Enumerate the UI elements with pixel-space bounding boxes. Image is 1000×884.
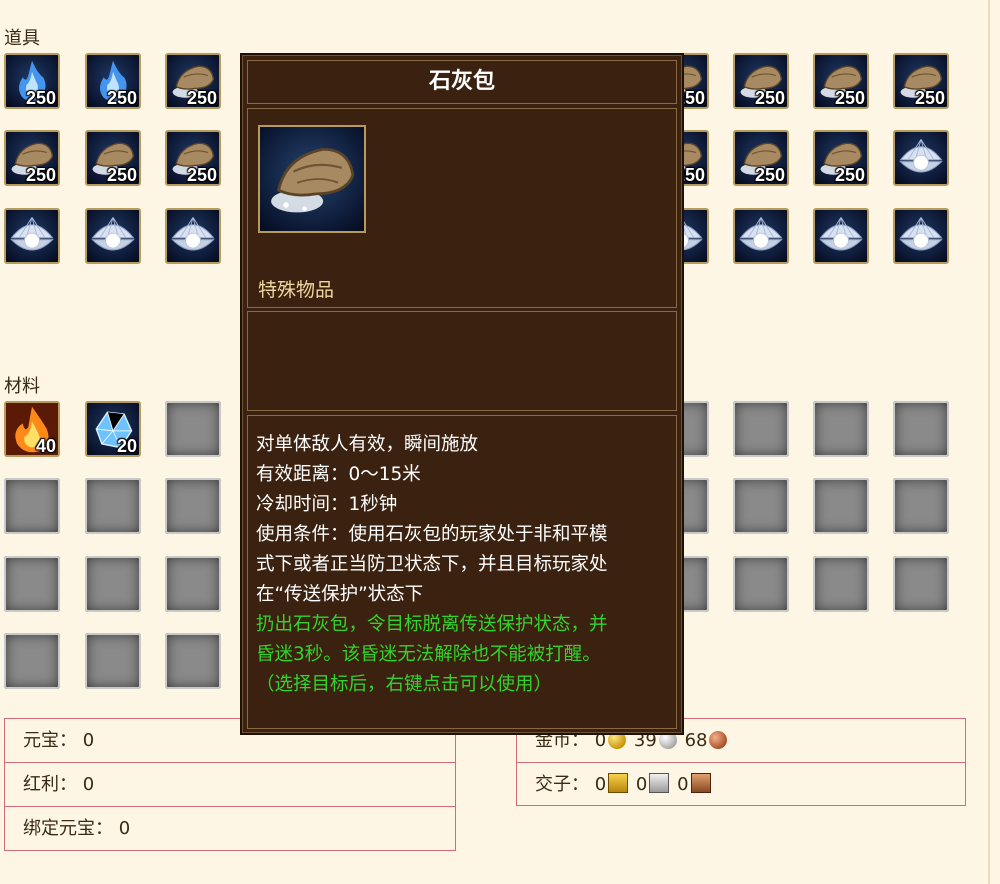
item-slot[interactable]: 250 xyxy=(733,130,789,186)
empty-slot[interactable] xyxy=(813,478,869,534)
desc-line: 对单体敌人有效，瞬间施放 xyxy=(256,434,479,455)
empty-slot[interactable] xyxy=(893,556,949,612)
empty-slot[interactable] xyxy=(733,401,789,457)
desc-line: 式下或者正当防卫状态下，并且目标玩家处 xyxy=(256,554,608,575)
item-slot[interactable] xyxy=(165,208,221,264)
empty-slot[interactable] xyxy=(165,633,221,689)
tooltip-title: 石灰包 xyxy=(247,60,677,104)
bound-yuanbao-row: 绑定元宝： 0 xyxy=(5,807,455,851)
jiaozi-label: 交子： xyxy=(535,774,589,795)
item-tooltip: 石灰包 特殊物品 对单体敌人有效，瞬间施放 有效距离：0～15米 冷却时间：1秒… xyxy=(240,53,684,735)
empty-slot[interactable] xyxy=(85,633,141,689)
item-slot[interactable]: 250 xyxy=(165,53,221,109)
empty-slot[interactable] xyxy=(85,478,141,534)
currency-panel-left: 元宝： 0 红利： 0 绑定元宝： 0 xyxy=(4,718,456,851)
stack-count: 250 xyxy=(25,165,56,185)
copper-coin-icon xyxy=(709,731,728,749)
jiaozi-silver-count: 0 xyxy=(635,774,648,795)
effect-line: 扔出石灰包，令目标脱离传送保护状态，并 xyxy=(256,614,608,635)
stack-count: 250 xyxy=(834,88,865,108)
empty-slot[interactable] xyxy=(893,478,949,534)
item-slot[interactable]: 250 xyxy=(85,53,141,109)
empty-slot[interactable] xyxy=(165,401,221,457)
empty-slot[interactable] xyxy=(4,556,60,612)
stack-count: 250 xyxy=(106,88,137,108)
lime-bag-icon xyxy=(258,125,366,233)
item-slot[interactable]: 250 xyxy=(813,53,869,109)
empty-slot[interactable] xyxy=(893,401,949,457)
item-slot[interactable]: 250 xyxy=(85,130,141,186)
item-slot[interactable] xyxy=(85,208,141,264)
empty-slot[interactable] xyxy=(4,633,60,689)
item-slot[interactable] xyxy=(4,208,60,264)
stack-count: 250 xyxy=(186,165,217,185)
effect-line: （选择目标后，右键点击可以使用） xyxy=(256,674,553,695)
item-slot[interactable] xyxy=(893,208,949,264)
effect-line: 昏迷3秒。该昏迷无法解除也不能被打醒。 xyxy=(256,644,601,665)
stack-count: 250 xyxy=(106,165,137,185)
desc-line: 冷却时间：1秒钟 xyxy=(256,494,398,515)
item-slot[interactable]: 250 xyxy=(4,130,60,186)
empty-slot[interactable] xyxy=(85,556,141,612)
tooltip-item-type: 特殊物品 xyxy=(258,279,335,301)
items-section-label: 道具 xyxy=(4,28,40,49)
hongli-row: 红利： 0 xyxy=(5,763,455,807)
desc-line: 有效距离：0～15米 xyxy=(256,464,421,485)
bound-yuanbao-value: 绑定元宝： 0 xyxy=(23,818,131,839)
item-slot[interactable] xyxy=(813,208,869,264)
gold-ingot-icon xyxy=(608,773,629,793)
item-slot[interactable]: 250 xyxy=(4,53,60,109)
stack-count: 250 xyxy=(834,165,865,185)
copper-count: 68 xyxy=(684,730,708,751)
materials-section-label: 材料 xyxy=(4,376,40,397)
stack-count: 250 xyxy=(914,88,945,108)
empty-slot[interactable] xyxy=(733,556,789,612)
copper-ingot-icon xyxy=(690,773,711,793)
item-slot[interactable]: 250 xyxy=(165,130,221,186)
tooltip-icon-box: 特殊物品 xyxy=(247,108,677,308)
window-edge xyxy=(988,0,990,884)
item-slot[interactable]: 250 xyxy=(733,53,789,109)
stack-count: 20 xyxy=(116,436,137,456)
empty-slot[interactable] xyxy=(813,556,869,612)
desc-line: 在“传送保护”状态下 xyxy=(256,584,424,605)
empty-slot[interactable] xyxy=(733,478,789,534)
silver-ingot-icon xyxy=(649,773,670,793)
jiaozi-gold-count: 0 xyxy=(594,774,607,795)
jiaozi-copper-count: 0 xyxy=(677,774,689,795)
stack-count: 250 xyxy=(186,88,217,108)
tooltip-blank-section xyxy=(247,311,677,411)
stack-count: 250 xyxy=(754,88,785,108)
empty-slot[interactable] xyxy=(813,401,869,457)
jiaozi-row: 交子： 0 0 0 xyxy=(517,763,965,807)
stack-count: 250 xyxy=(25,88,56,108)
empty-slot[interactable] xyxy=(165,556,221,612)
material-slot[interactable]: 40 xyxy=(4,401,60,457)
material-slot[interactable]: 20 xyxy=(85,401,141,457)
stack-count: 250 xyxy=(754,165,785,185)
tooltip-description: 对单体敌人有效，瞬间施放 有效距离：0～15米 冷却时间：1秒钟 使用条件：使用… xyxy=(247,415,677,729)
desc-line: 使用条件：使用石灰包的玩家处于非和平模 xyxy=(256,524,608,545)
item-slot[interactable]: 250 xyxy=(893,53,949,109)
item-slot[interactable]: 250 xyxy=(813,130,869,186)
item-slot[interactable] xyxy=(733,208,789,264)
yuanbao-value: 元宝： 0 xyxy=(23,730,95,751)
stack-count: 40 xyxy=(35,436,56,456)
item-slot[interactable] xyxy=(893,130,949,186)
hongli-value: 红利： 0 xyxy=(23,774,95,795)
empty-slot[interactable] xyxy=(165,478,221,534)
empty-slot[interactable] xyxy=(4,478,60,534)
